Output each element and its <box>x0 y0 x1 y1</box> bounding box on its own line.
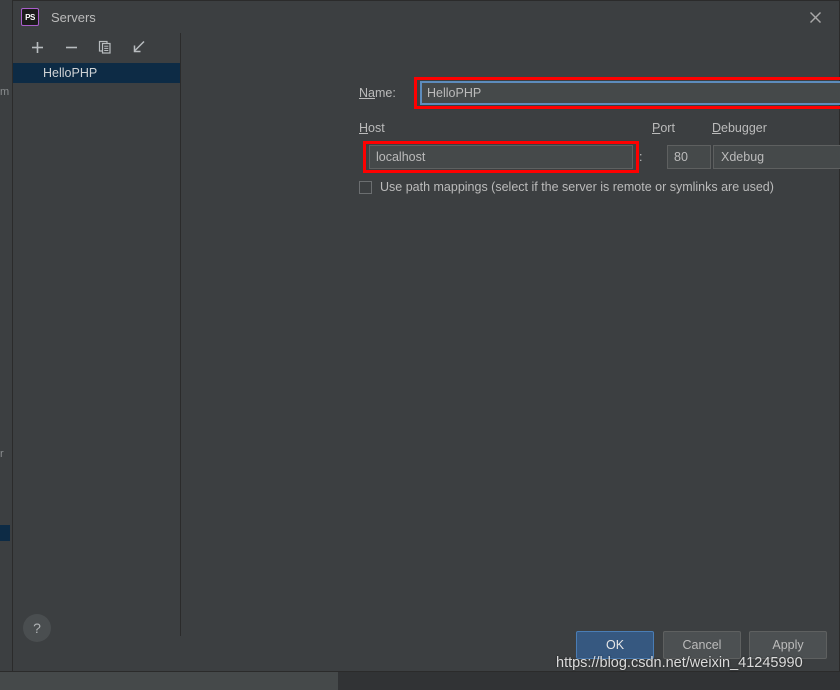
host-port-separator: : <box>639 150 642 164</box>
background-text-fragment-left-2: r <box>0 448 4 460</box>
path-mappings-checkbox[interactable] <box>359 181 372 194</box>
port-input[interactable] <box>667 145 711 169</box>
servers-dialog: PS Servers <box>12 0 840 672</box>
help-button[interactable]: ? <box>23 614 51 642</box>
path-mappings-label: Use path mappings (select if the server … <box>380 180 774 194</box>
close-icon[interactable] <box>803 5 827 29</box>
add-server-button[interactable] <box>27 37 47 57</box>
apply-button[interactable]: Apply <box>749 631 827 659</box>
cancel-button[interactable]: Cancel <box>663 631 741 659</box>
import-server-button[interactable] <box>129 37 149 57</box>
debugger-select-value: Xdebug <box>721 150 764 164</box>
dialog-titlebar: PS Servers <box>13 1 839 33</box>
server-list-item-hellophp[interactable]: HelloPHP <box>13 63 180 83</box>
ide-status-bar-left <box>0 672 338 690</box>
name-label: Name: <box>359 86 396 100</box>
server-detail-panel: Name: Shared Host Port Debugger : Xdebug… <box>181 33 839 602</box>
dialog-body: HelloPHP Name: Shared Host Port Debugger… <box>13 33 839 602</box>
host-input[interactable] <box>369 145 633 169</box>
path-mappings-row[interactable]: Use path mappings (select if the server … <box>359 180 774 194</box>
remove-server-button[interactable] <box>61 37 81 57</box>
background-selection-highlight <box>0 525 10 541</box>
server-list: HelloPHP <box>13 63 180 83</box>
ok-button[interactable]: OK <box>576 631 654 659</box>
copy-server-button[interactable] <box>95 37 115 57</box>
port-label-text: P <box>652 121 660 135</box>
dialog-footer: ? OK Cancel Apply <box>13 602 839 671</box>
name-label-text: Na <box>359 86 375 100</box>
ide-status-bar <box>0 671 840 690</box>
host-label-text: H <box>359 121 368 135</box>
debugger-select[interactable]: Xdebug <box>713 145 840 169</box>
servers-toolbar <box>13 33 180 61</box>
debugger-label-text: D <box>712 121 721 135</box>
background-text-fragment-left-1: m <box>0 86 9 98</box>
dialog-title: Servers <box>51 10 96 25</box>
debugger-label: Debugger <box>712 121 767 135</box>
phpstorm-icon: PS <box>21 8 39 26</box>
name-input[interactable] <box>420 81 840 105</box>
port-label: Port <box>652 121 675 135</box>
servers-sidebar: HelloPHP <box>13 33 181 636</box>
host-label: Host <box>359 121 385 135</box>
